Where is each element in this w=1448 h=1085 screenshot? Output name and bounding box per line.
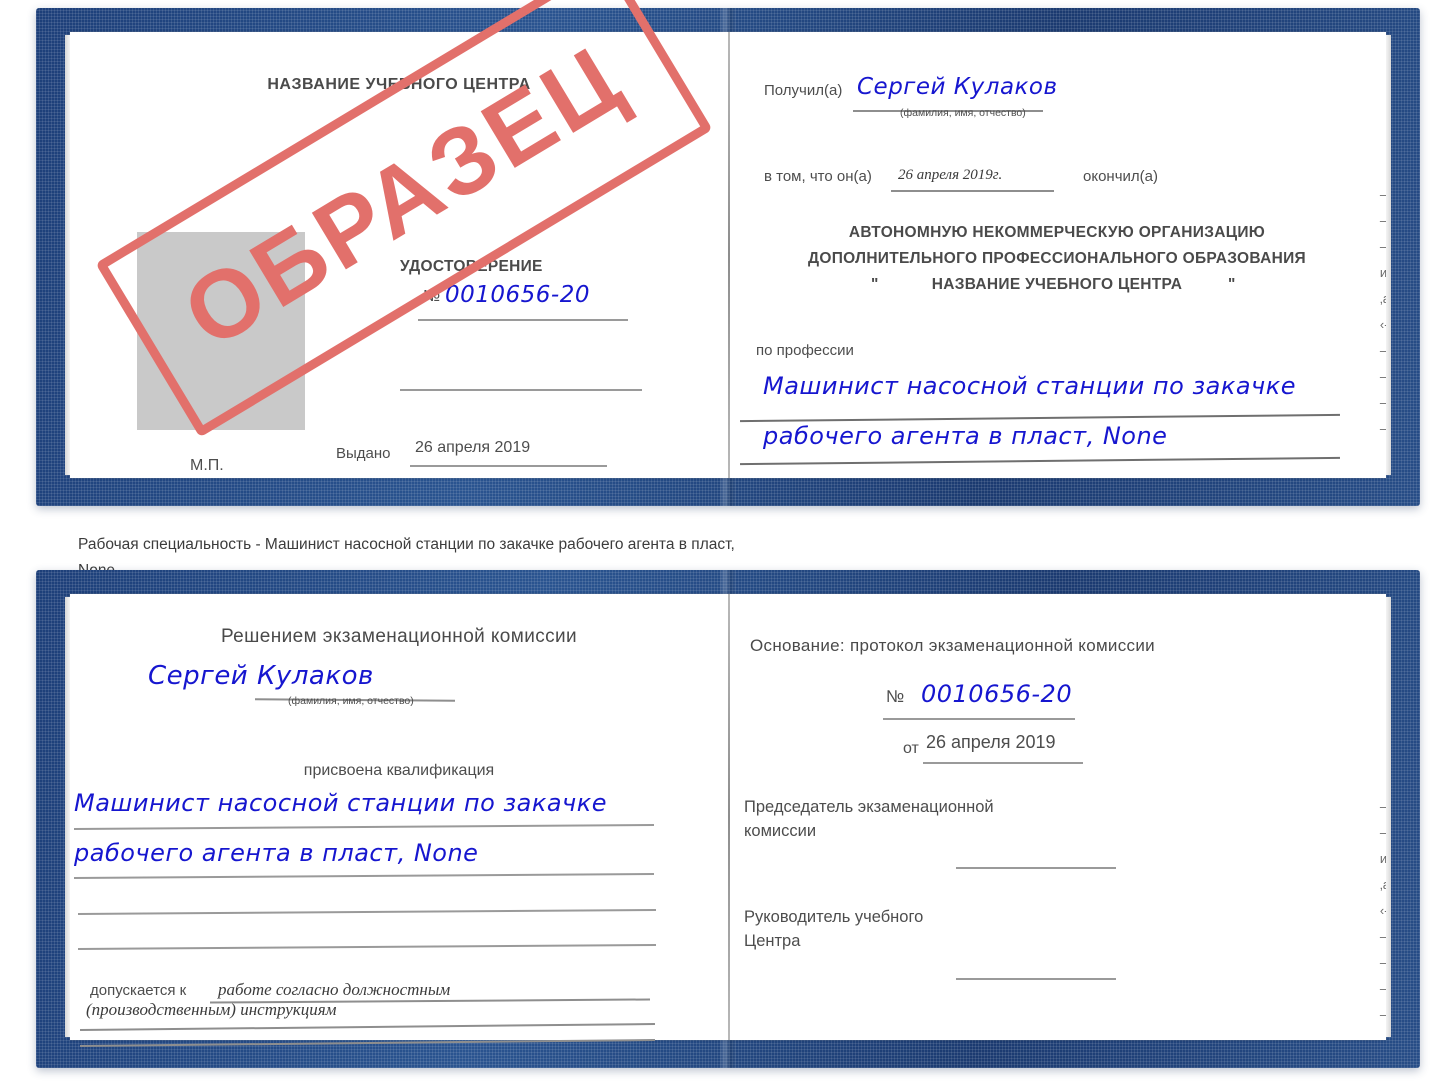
head-signature-rule <box>956 978 1116 980</box>
edge-fragment: ‚а <box>1379 291 1390 306</box>
caption-line-1: Рабочая специальность - Машинист насосно… <box>78 536 735 553</box>
certificate-top: НАЗВАНИЕ УЧЕБНОГО ЦЕНТРА УДОСТОВЕРЕНИЕ №… <box>36 8 1420 506</box>
edge-fragment: и <box>1379 851 1388 866</box>
that-he-label: в том, что он(а) <box>764 168 872 185</box>
edge-fragment: – <box>1379 799 1388 814</box>
top-left-page: НАЗВАНИЕ УЧЕБНОГО ЦЕНТРА УДОСТОВЕРЕНИЕ №… <box>70 32 728 478</box>
name-hint: (фамилия, имя, отчество) <box>900 107 1026 119</box>
blank-rule-1 <box>400 389 642 391</box>
edge-fragment: – <box>1379 239 1388 254</box>
certificate-pages-bottom: Решением экзаменационной комиссии Сергей… <box>65 594 1391 1047</box>
certificate-pages-top: НАЗВАНИЕ УЧЕБНОГО ЦЕНТРА УДОСТОВЕРЕНИЕ №… <box>65 32 1391 478</box>
protocol-date: 26 апреля 2019 <box>926 732 1056 752</box>
edge-fragment: – <box>1379 213 1388 228</box>
graduate-name: Сергей Кулаков <box>148 661 374 691</box>
protocol-date-rule <box>923 762 1083 764</box>
blank-rule-2 <box>78 908 656 916</box>
chairman-line-2: комиссии <box>744 822 817 840</box>
edge-fragment: – <box>1379 421 1388 436</box>
edge-fragment: – <box>1379 369 1388 384</box>
edge-fragment: и <box>1379 265 1388 280</box>
commission-heading: Решением экзаменационной комиссии <box>220 626 578 647</box>
document-title: УДОСТОВЕРЕНИЕ <box>400 258 543 275</box>
completion-date: 26 апреля 2019г. <box>898 167 1003 183</box>
certificate-number: 0010656-20 <box>445 282 590 308</box>
head-line-2: Центра <box>744 932 801 950</box>
protocol-number: 0010656-20 <box>921 680 1073 708</box>
qualification-line-1: Машинист насосной станции по закачке <box>74 789 607 817</box>
admitted-line-1: работе согласно должностным <box>218 980 451 999</box>
qualification-rule-2 <box>74 872 654 880</box>
profession-rule-2 <box>740 456 1340 465</box>
bottom-left-page: Решением экзаменационной комиссии Сергей… <box>70 594 728 1047</box>
edge-fragment: – <box>1379 1007 1388 1022</box>
name-hint-bottom: (фамилия, имя, отчество) <box>288 695 414 707</box>
profession-line-2: рабочего агента в пласт, None <box>763 422 1168 450</box>
issued-rule <box>410 465 607 467</box>
issued-date: 26 апреля 2019 <box>415 439 531 456</box>
certificate-bottom: Решением экзаменационной комиссии Сергей… <box>36 570 1420 1068</box>
training-center-name: НАЗВАНИЕ УЧЕБНОГО ЦЕНТРА <box>267 76 531 93</box>
number-rule <box>418 319 628 321</box>
number-prefix: № <box>423 288 441 305</box>
top-right-page: Получил(а) Сергей Кулаков (фамилия, имя,… <box>728 32 1390 478</box>
blank-rule-3 <box>78 943 656 951</box>
basis-label: Основание: протокол экзаменационной коми… <box>750 636 1155 655</box>
organization-line-1: АВТОНОМНУЮ НЕКОММЕРЧЕСКУЮ ОРГАНИЗАЦИЮ <box>848 224 1266 241</box>
organization-line-3: НАЗВАНИЕ УЧЕБНОГО ЦЕНТРА <box>931 276 1183 293</box>
protocol-number-prefix: № <box>886 687 905 706</box>
admitted-label: допускается к <box>90 982 187 999</box>
edge-fragment: – <box>1379 825 1388 840</box>
issued-label: Выдано <box>336 445 391 462</box>
protocol-date-prefix: от <box>903 740 919 757</box>
organization-line-2: ДОПОЛНИТЕЛЬНОГО ПРОФЕССИОНАЛЬНОГО ОБРАЗО… <box>808 250 1306 267</box>
finished-label: окончил(а) <box>1083 168 1158 185</box>
chairman-line-1: Председатель экзаменационной <box>744 798 994 816</box>
edge-fragment: – <box>1379 395 1388 410</box>
protocol-number-rule <box>883 718 1075 720</box>
qualification-label: присвоена квалификация <box>303 762 495 779</box>
bottom-right-page: Основание: протокол экзаменационной коми… <box>728 594 1390 1040</box>
head-line-1: Руководитель учебного <box>744 908 924 926</box>
profession-line-1: Машинист насосной станции по закачке <box>763 372 1296 400</box>
recipient-name: Сергей Кулаков <box>857 74 1058 100</box>
photo-placeholder <box>137 232 305 430</box>
edge-fragment: ‹- <box>1379 317 1389 332</box>
received-label: Получил(а) <box>764 82 843 99</box>
chairman-signature-rule <box>956 867 1116 869</box>
qualification-rule-1 <box>74 823 654 831</box>
edge-fragment: ‚а <box>1379 877 1390 892</box>
admitted-rule-2 <box>80 1022 655 1031</box>
quote-close: " <box>1228 276 1236 293</box>
edge-fragment: – <box>1379 343 1388 358</box>
completion-date-rule <box>891 190 1054 192</box>
right-edge-fragments-bottom: – – и ‚а ‹- – – – – <box>1380 794 1390 1028</box>
qualification-line-2: рабочего агента в пласт, None <box>74 839 479 867</box>
edge-fragment: ‹- <box>1379 903 1389 918</box>
right-edge-fragments-top: – – – и ‚а ‹- – – – – <box>1380 182 1390 442</box>
edge-fragment: – <box>1379 929 1388 944</box>
seal-label: М.П. <box>190 457 224 474</box>
edge-fragment: – <box>1379 981 1388 996</box>
profession-rule-1 <box>740 413 1340 422</box>
profession-label: по профессии <box>756 342 854 359</box>
edge-fragment: – <box>1379 955 1388 970</box>
edge-fragment: – <box>1379 187 1388 202</box>
quote-open: " <box>871 276 879 293</box>
